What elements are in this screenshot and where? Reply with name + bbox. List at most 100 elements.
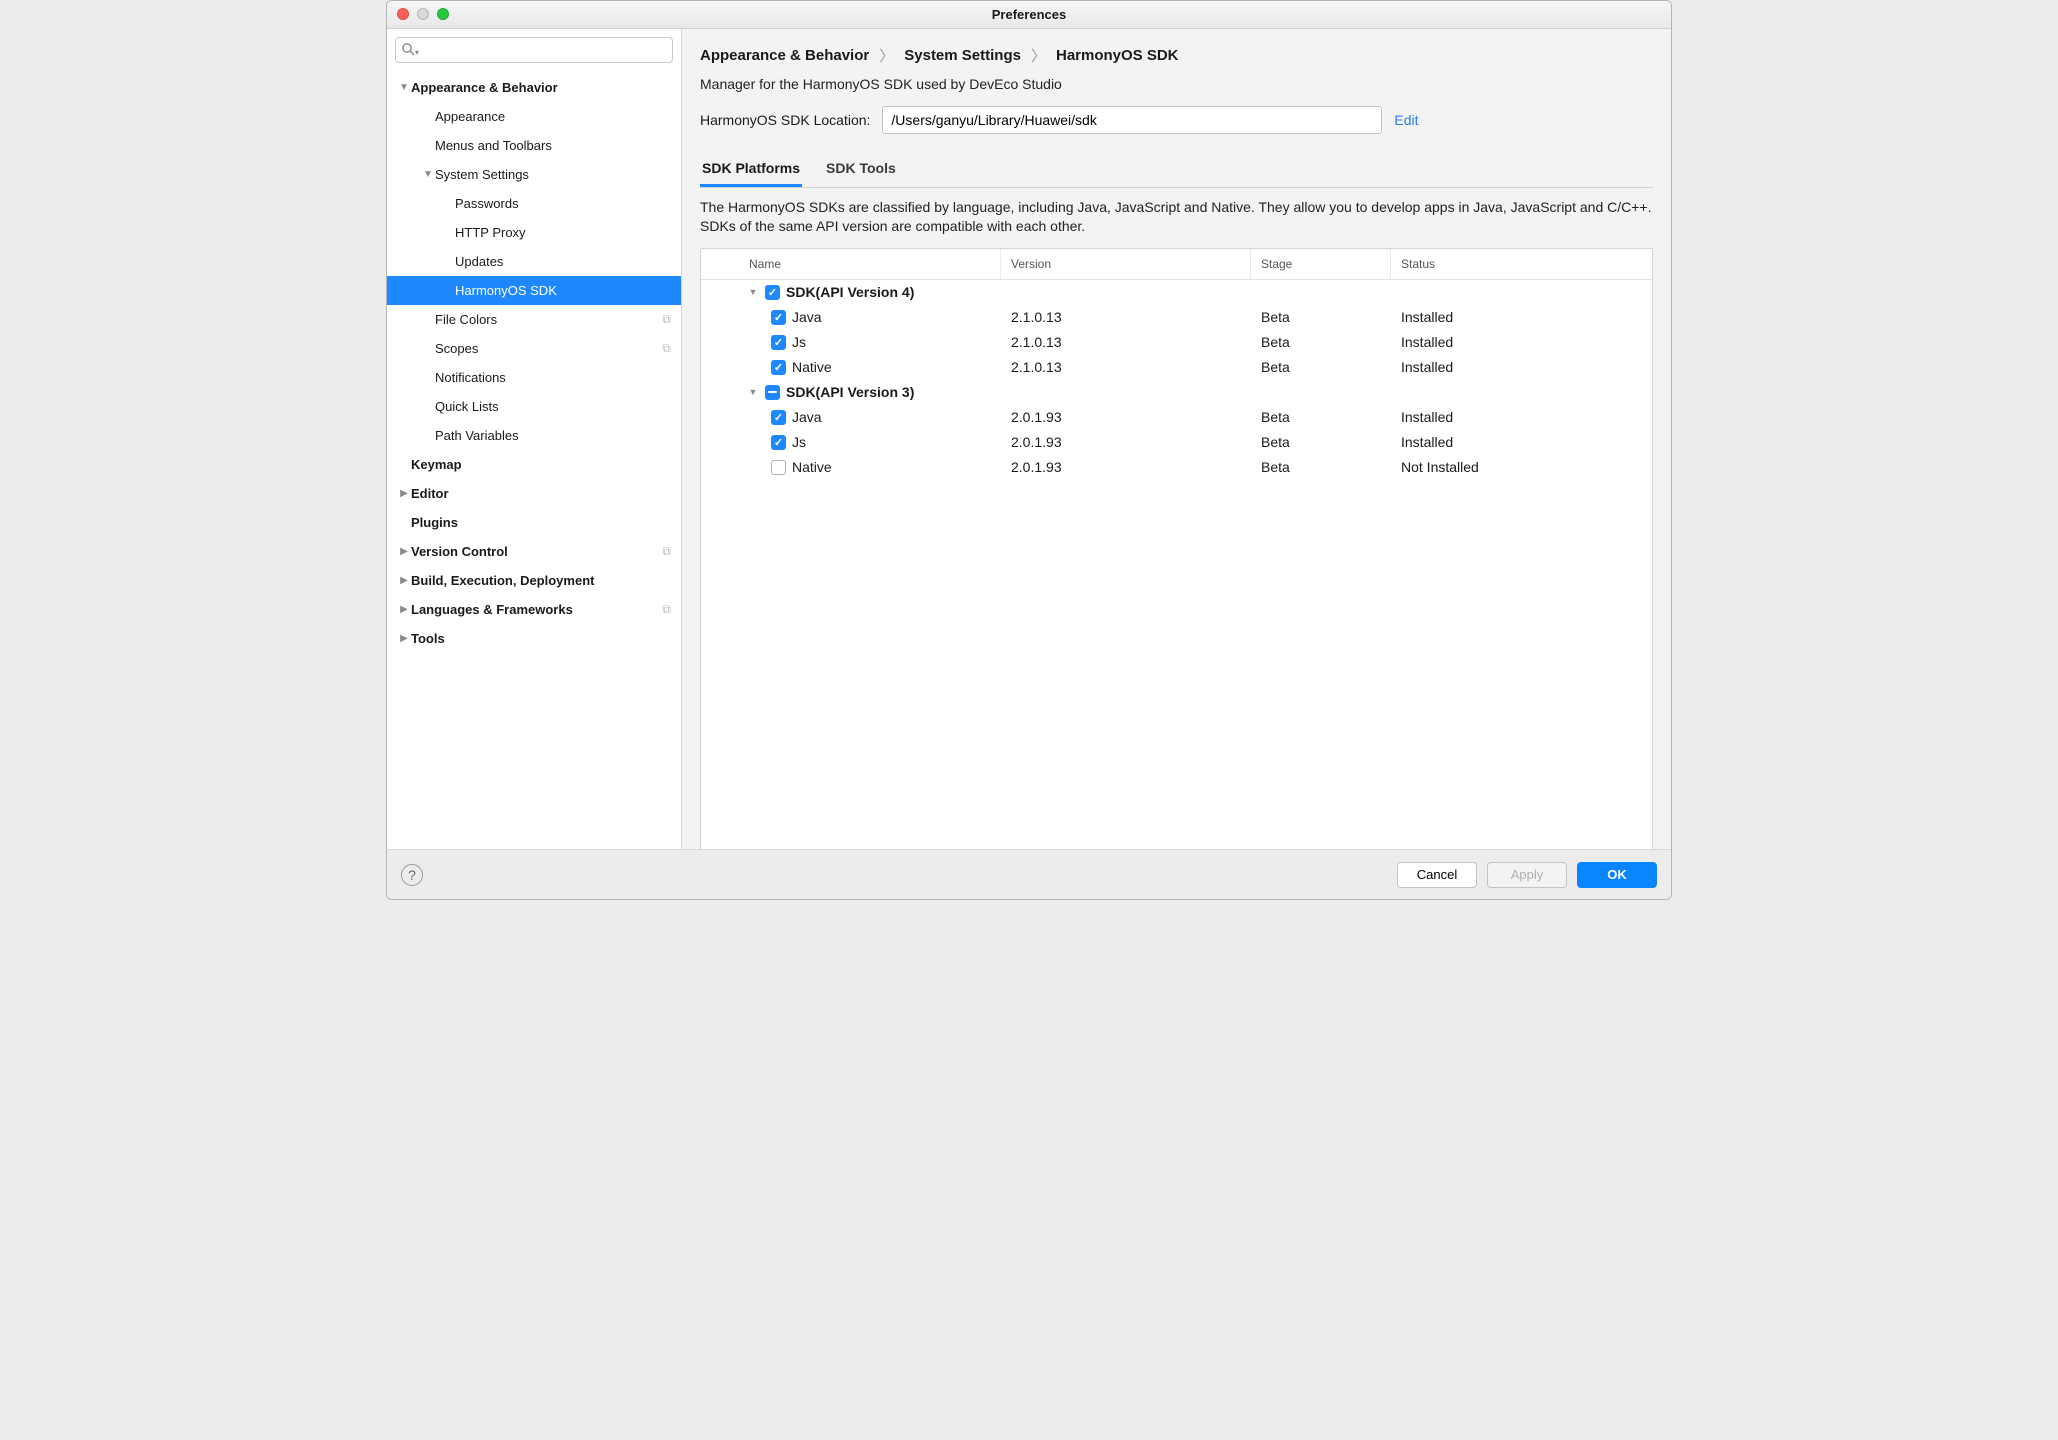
sdk-row-checkbox[interactable] xyxy=(771,460,786,475)
sdk-row-checkbox[interactable] xyxy=(771,310,786,325)
copy-settings-icon[interactable]: ⧉ xyxy=(662,602,671,617)
sdk-row-stage: Beta xyxy=(1251,334,1391,350)
search-input[interactable] xyxy=(395,37,673,63)
sdk-row-stage: Beta xyxy=(1251,434,1391,450)
zoom-window-icon[interactable] xyxy=(437,8,449,20)
edit-sdk-location-link[interactable]: Edit xyxy=(1394,112,1418,128)
chevron-right-icon[interactable]: ▶ xyxy=(397,546,411,557)
sidebar-item-tools[interactable]: ▶Tools xyxy=(387,624,681,653)
sdk-row[interactable]: Java 2.0.1.93BetaInstalled xyxy=(701,405,1652,430)
sidebar-item-label: Build, Execution, Deployment xyxy=(411,573,594,588)
col-stage: Stage xyxy=(1251,249,1391,279)
sdk-group-checkbox[interactable] xyxy=(765,385,780,400)
tab-sdk-tools[interactable]: SDK Tools xyxy=(824,152,898,187)
search-history-chevron-icon[interactable]: ▾ xyxy=(415,48,419,57)
chevron-down-icon[interactable]: ▼ xyxy=(421,169,435,180)
close-window-icon[interactable] xyxy=(397,8,409,20)
chevron-right-icon: 〉 xyxy=(1031,45,1046,66)
apply-button[interactable]: Apply xyxy=(1487,862,1567,888)
sidebar-item-menus-and-toolbars[interactable]: Menus and Toolbars xyxy=(387,131,681,160)
sdk-row[interactable]: Native2.0.1.93BetaNot Installed xyxy=(701,455,1652,480)
sidebar-item-scopes[interactable]: Scopes ⧉ xyxy=(387,334,681,363)
sdk-row-status: Not Installed xyxy=(1391,459,1652,475)
sidebar-item-notifications[interactable]: Notifications xyxy=(387,363,681,392)
sidebar-item-label: Quick Lists xyxy=(435,399,499,414)
titlebar: Preferences xyxy=(387,1,1671,29)
sdk-group-checkbox[interactable] xyxy=(765,285,780,300)
sidebar-item-http-proxy[interactable]: HTTP Proxy xyxy=(387,218,681,247)
breadcrumb-segment[interactable]: Appearance & Behavior xyxy=(700,47,869,64)
sidebar-item-label: HarmonyOS SDK xyxy=(455,283,557,298)
sidebar-item-passwords[interactable]: Passwords xyxy=(387,189,681,218)
dialog-footer: ? Cancel Apply OK xyxy=(387,849,1671,899)
settings-main: Appearance & Behavior 〉 System Settings … xyxy=(682,29,1671,849)
sidebar-item-plugins[interactable]: Plugins xyxy=(387,508,681,537)
sidebar-item-build-execution-deployment[interactable]: ▶Build, Execution, Deployment xyxy=(387,566,681,595)
sidebar-item-appearance[interactable]: Appearance xyxy=(387,102,681,131)
chevron-right-icon[interactable]: ▶ xyxy=(397,633,411,644)
chevron-down-icon[interactable]: ▼ xyxy=(747,287,759,297)
sdk-row-name: Native xyxy=(792,459,832,475)
sdk-row-checkbox[interactable] xyxy=(771,435,786,450)
chevron-right-icon[interactable]: ▶ xyxy=(397,575,411,586)
sdk-tabs: SDK Platforms SDK Tools xyxy=(700,152,1653,188)
window-controls xyxy=(397,8,449,20)
sidebar-item-appearance-behavior[interactable]: ▼Appearance & Behavior xyxy=(387,73,681,102)
sidebar-item-label: Editor xyxy=(411,486,449,501)
sidebar-item-harmonyos-sdk[interactable]: HarmonyOS SDK xyxy=(387,276,681,305)
sdk-group-row[interactable]: ▼SDK(API Version 4) xyxy=(701,280,1652,305)
sidebar-item-file-colors[interactable]: File Colors ⧉ xyxy=(387,305,681,334)
copy-settings-icon[interactable]: ⧉ xyxy=(662,544,671,559)
sdk-row-status: Installed xyxy=(1391,334,1652,350)
sdk-row-status: Installed xyxy=(1391,409,1652,425)
sdk-row[interactable]: Js2.1.0.13BetaInstalled xyxy=(701,330,1652,355)
sdk-row-stage: Beta xyxy=(1251,359,1391,375)
sidebar-item-label: File Colors xyxy=(435,312,497,327)
ok-button[interactable]: OK xyxy=(1577,862,1657,888)
sdk-row-checkbox[interactable] xyxy=(771,410,786,425)
sidebar-item-label: Appearance & Behavior xyxy=(411,80,558,95)
sdk-row-name: Java xyxy=(792,409,822,425)
sidebar-item-label: Plugins xyxy=(411,515,458,530)
col-status: Status xyxy=(1391,249,1652,279)
copy-settings-icon[interactable]: ⧉ xyxy=(662,341,671,356)
sdk-row-stage: Beta xyxy=(1251,409,1391,425)
col-version: Version xyxy=(1001,249,1251,279)
breadcrumb: Appearance & Behavior 〉 System Settings … xyxy=(682,29,1671,76)
chevron-right-icon: 〉 xyxy=(879,45,894,66)
cancel-button[interactable]: Cancel xyxy=(1397,862,1477,888)
settings-tree: ▼Appearance & BehaviorAppearanceMenus an… xyxy=(387,71,681,849)
chevron-right-icon[interactable]: ▶ xyxy=(397,604,411,615)
sidebar-item-editor[interactable]: ▶Editor xyxy=(387,479,681,508)
sdk-group-row[interactable]: ▼SDK(API Version 3) xyxy=(701,380,1652,405)
sdk-row[interactable]: Java2.1.0.13BetaInstalled xyxy=(701,305,1652,330)
tab-sdk-platforms[interactable]: SDK Platforms xyxy=(700,152,802,187)
sidebar-item-updates[interactable]: Updates xyxy=(387,247,681,276)
help-button[interactable]: ? xyxy=(401,864,423,886)
sidebar-item-label: Version Control xyxy=(411,544,508,559)
sidebar-item-label: Updates xyxy=(455,254,503,269)
sdk-row-stage: Beta xyxy=(1251,459,1391,475)
sidebar-item-label: Scopes xyxy=(435,341,478,356)
sidebar-item-keymap[interactable]: Keymap xyxy=(387,450,681,479)
breadcrumb-segment[interactable]: System Settings xyxy=(904,47,1021,64)
chevron-down-icon[interactable]: ▼ xyxy=(747,387,759,397)
sidebar-item-quick-lists[interactable]: Quick Lists xyxy=(387,392,681,421)
sdk-row-version: 2.0.1.93 xyxy=(1001,409,1251,425)
minimize-window-icon[interactable] xyxy=(417,8,429,20)
chevron-down-icon[interactable]: ▼ xyxy=(397,82,411,93)
chevron-right-icon[interactable]: ▶ xyxy=(397,488,411,499)
sidebar-item-languages-frameworks[interactable]: ▶Languages & Frameworks⧉ xyxy=(387,595,681,624)
copy-settings-icon[interactable]: ⧉ xyxy=(662,312,671,327)
sidebar-item-label: Path Variables xyxy=(435,428,519,443)
sidebar-item-system-settings[interactable]: ▼System Settings xyxy=(387,160,681,189)
sdk-row-checkbox[interactable] xyxy=(771,360,786,375)
sdk-row[interactable]: Native2.1.0.13BetaInstalled xyxy=(701,355,1652,380)
sdk-row-name: Native xyxy=(792,359,832,375)
sidebar-item-version-control[interactable]: ▶Version Control ⧉ xyxy=(387,537,681,566)
sdk-row-checkbox[interactable] xyxy=(771,335,786,350)
sdk-location-input[interactable] xyxy=(882,106,1382,134)
sdk-location-label: HarmonyOS SDK Location: xyxy=(700,112,870,128)
sdk-row[interactable]: Js2.0.1.93BetaInstalled xyxy=(701,430,1652,455)
sidebar-item-path-variables[interactable]: Path Variables xyxy=(387,421,681,450)
